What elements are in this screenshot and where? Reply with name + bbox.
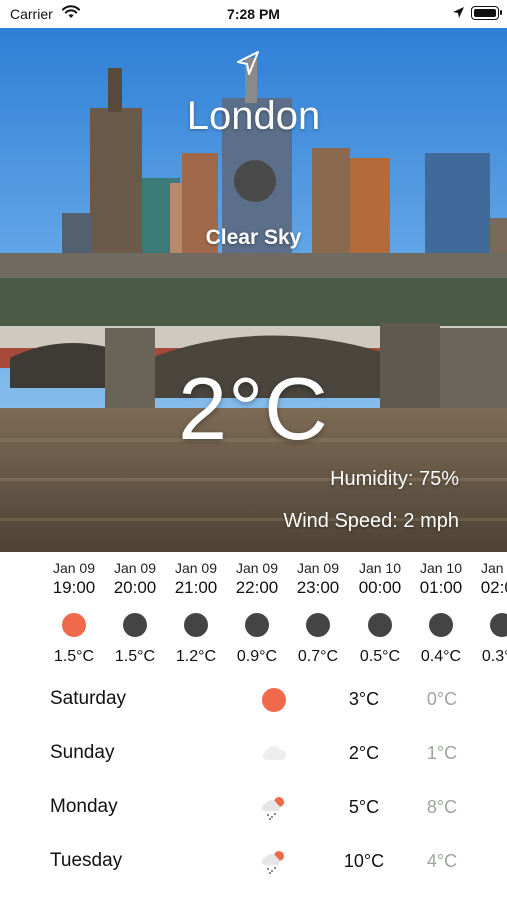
hourly-temp: 0.9°C xyxy=(236,648,278,665)
hourly-time: 02:00 xyxy=(480,578,507,597)
hourly-item: Jan 09 21:00 1.2°C xyxy=(166,560,226,666)
hourly-temp: 0.7°C xyxy=(297,648,339,665)
hourly-item: Jan 10 01:00 0.4°C xyxy=(411,560,471,666)
navigation-arrow-icon xyxy=(237,51,259,75)
daily-row: Tuesday 10°C 4°C xyxy=(0,836,507,890)
current-temperature: 2°C xyxy=(178,359,329,458)
day-name: Monday xyxy=(50,796,118,817)
hourly-item: Jan 10 00:00 0.5°C xyxy=(350,560,410,666)
hourly-date: Jan 09 xyxy=(52,560,96,576)
hourly-temp: 1.5°C xyxy=(53,648,95,665)
hourly-time: 21:00 xyxy=(174,578,218,597)
hourly-date: Jan 09 xyxy=(174,560,218,576)
rain-sun-icon xyxy=(261,797,284,820)
daily-row: Monday 5°C 8°C xyxy=(0,782,507,836)
hourly-date: Jan 10 xyxy=(419,560,463,576)
hourly-date: Jan 10 xyxy=(480,560,507,576)
day-name: Saturday xyxy=(50,688,127,709)
day-low-temp: 0°C xyxy=(426,689,458,709)
hourly-temp: 0.5°C xyxy=(359,648,401,665)
hourly-time: 23:00 xyxy=(296,578,340,597)
hourly-time: 19:00 xyxy=(52,578,96,597)
sun-icon xyxy=(262,688,286,712)
hourly-time: 00:00 xyxy=(358,578,402,597)
day-low-temp: 1°C xyxy=(426,743,458,763)
day-low-temp: 4°C xyxy=(426,851,458,871)
day-high-temp: 3°C xyxy=(348,689,380,709)
hourly-temp: 0.3°C xyxy=(481,648,507,665)
wind-speed-label: Wind Speed: 2 mph xyxy=(283,510,459,532)
hourly-item: Jan 10 02:00 0.3°C xyxy=(472,560,507,666)
day-name: Sunday xyxy=(50,742,115,763)
moon-icon xyxy=(490,613,507,637)
day-high-temp: 2°C xyxy=(348,743,380,763)
moon-icon xyxy=(184,613,208,637)
hourly-time: 22:00 xyxy=(235,578,279,597)
day-high-temp: 10°C xyxy=(343,851,385,871)
location-arrow-icon xyxy=(453,7,464,18)
rain-sun-icon xyxy=(261,851,284,874)
daily-row: Saturday 3°C 0°C xyxy=(0,674,507,728)
hourly-temp: 1.2°C xyxy=(175,648,217,665)
moon-icon xyxy=(429,613,453,637)
current-weather-panel: London Clear Sky 2°C Humidity: 75% Wind … xyxy=(0,28,507,552)
hourly-forecast-list[interactable]: Jan 09 19:00 1.5°C Jan 09 20:00 1.5°C Ja… xyxy=(0,560,507,675)
hourly-date: Jan 10 xyxy=(358,560,402,576)
moon-icon xyxy=(368,613,392,637)
daily-row: Sunday 2°C 1°C xyxy=(0,728,507,782)
clock: 7:28 PM xyxy=(227,6,280,22)
hourly-date: Jan 09 xyxy=(235,560,279,576)
moon-icon xyxy=(306,613,330,637)
humidity-label: Humidity: 75% xyxy=(330,468,459,490)
battery-icon xyxy=(471,6,502,20)
day-high-temp: 5°C xyxy=(348,797,380,817)
moon-icon xyxy=(234,160,276,202)
moon-icon xyxy=(123,613,147,637)
day-low-temp: 8°C xyxy=(426,797,458,817)
day-name: Tuesday xyxy=(50,850,123,871)
hourly-date: Jan 09 xyxy=(296,560,340,576)
status-bar: Carrier 7:28 PM xyxy=(0,0,507,28)
cloud-icon xyxy=(262,745,287,760)
hourly-item: Jan 09 22:00 0.9°C xyxy=(227,560,287,666)
hourly-item: Jan 09 19:00 1.5°C xyxy=(44,560,104,666)
hourly-time: 01:00 xyxy=(419,578,463,597)
hourly-temp: 0.4°C xyxy=(420,648,462,665)
hourly-date: Jan 09 xyxy=(113,560,157,576)
hourly-temp: 1.5°C xyxy=(114,648,156,665)
sun-icon xyxy=(62,613,86,637)
hourly-item: Jan 09 20:00 1.5°C xyxy=(105,560,165,666)
moon-icon xyxy=(245,613,269,637)
city-name: London xyxy=(186,94,321,138)
hourly-time: 20:00 xyxy=(113,578,157,597)
weather-condition: Clear Sky xyxy=(205,226,302,249)
hourly-item: Jan 09 23:00 0.7°C xyxy=(288,560,348,666)
